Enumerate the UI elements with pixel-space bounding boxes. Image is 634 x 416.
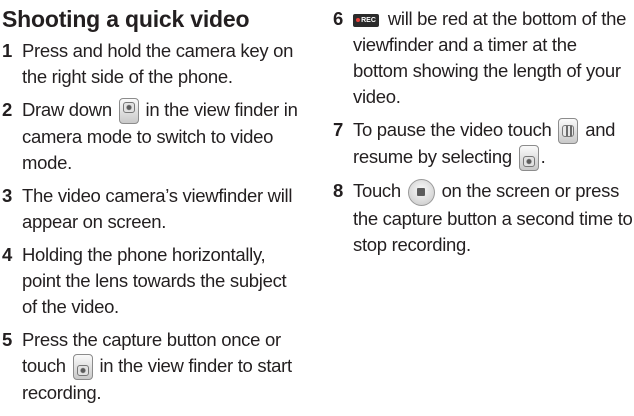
step-3: 3 The video camera’s viewfinder will app… <box>2 183 302 235</box>
step-1: 1 Press and hold the camera key on the r… <box>2 38 302 90</box>
step-number: 2 <box>2 99 12 120</box>
step-number: 8 <box>333 180 343 202</box>
step-text-pre: To pause the video touch <box>353 119 552 140</box>
step-number: 4 <box>2 244 12 266</box>
record-switch-icon <box>72 354 93 381</box>
step-number: 3 <box>2 185 12 207</box>
step-text: Press and hold the camera key on the rig… <box>22 40 294 87</box>
resume-icon <box>518 145 539 172</box>
step-number: 1 <box>2 40 12 61</box>
pause-icon <box>558 118 579 145</box>
step-text-post: will be red at the bottom of the viewfin… <box>353 8 627 107</box>
step-6: 6 REC will be red at the bottom of the v… <box>333 6 633 110</box>
step-2: 2 Draw down in the view finder in camera… <box>2 97 302 176</box>
step-8: 8 Touch on the screen or press the captu… <box>333 178 633 258</box>
step-text-pre: Touch <box>353 180 401 202</box>
right-column: 6 REC will be red at the bottom of the v… <box>333 0 633 265</box>
stop-icon <box>407 178 435 206</box>
step-text-post: . <box>540 146 546 168</box>
step-number: 7 <box>333 119 343 140</box>
step-text-pre: Draw down <box>22 99 112 120</box>
step-text: The video camera’s viewfinder will appea… <box>22 185 293 233</box>
step-7: 7 To pause the video touch and resume by… <box>333 117 633 172</box>
step-text: Holding the phone horizontally, point th… <box>22 244 287 318</box>
left-column: Shooting a quick video 1 Press and hold … <box>2 0 302 413</box>
step-number: 5 <box>2 329 12 351</box>
rec-indicator-label: REC <box>361 16 376 24</box>
camera-mode-switch-icon <box>118 98 139 125</box>
section-title: Shooting a quick video <box>2 6 250 32</box>
rec-indicator-icon: REC <box>353 13 379 27</box>
step-5: 5 Press the capture button once or touch… <box>2 327 302 406</box>
step-4: 4 Holding the phone horizontally, point … <box>2 242 302 320</box>
step-number: 6 <box>333 8 343 29</box>
